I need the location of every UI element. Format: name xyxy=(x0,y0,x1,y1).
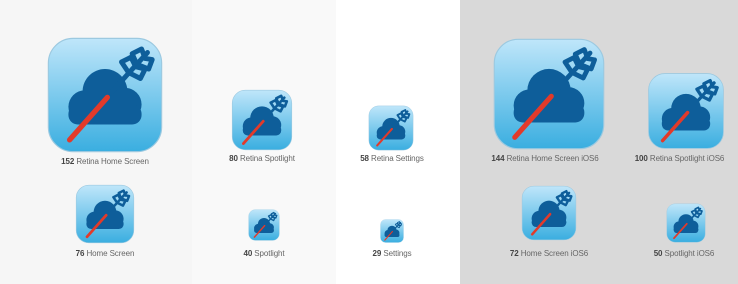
cloud-arrow-app-icon-art xyxy=(75,184,135,244)
cloud-arrow-app-icon-art xyxy=(248,209,280,241)
cloud-arrow-app-icon-art xyxy=(47,37,163,153)
cloud-arrow-app-icon-art xyxy=(521,185,577,241)
icon-label-50: 50 Spotlight iOS6 xyxy=(653,249,715,258)
app-icon-144 xyxy=(492,37,606,151)
app-icon-152 xyxy=(46,36,164,154)
app-icon-58 xyxy=(368,105,414,151)
app-icon-72 xyxy=(521,185,577,241)
icon-label-100: 100 Retina Spotlight iOS6 xyxy=(634,154,725,163)
cloud-arrow-app-icon-art xyxy=(380,219,404,243)
cloud-arrow-app-icon-art xyxy=(368,105,414,151)
app-icon-100 xyxy=(647,72,725,150)
app-icon-50 xyxy=(666,203,706,243)
app-icon-76 xyxy=(75,184,135,244)
icon-label-29: 29 Settings xyxy=(372,249,412,258)
app-icon-80 xyxy=(231,89,293,151)
app-icon-29 xyxy=(380,219,404,243)
icon-label-40: 40 Spotlight xyxy=(243,249,285,258)
cloud-arrow-app-icon-art xyxy=(493,38,605,150)
cloud-arrow-app-icon-art xyxy=(666,203,706,243)
icon-label-144: 144 Retina Home Screen iOS6 xyxy=(491,154,599,163)
icon-label-80: 80 Retina Spotlight xyxy=(229,154,295,163)
icon-set-sheet: 152 Retina Home Screen 80 Retina Spotlig… xyxy=(0,0,738,284)
icon-label-58: 58 Retina Settings xyxy=(360,154,424,163)
icon-label-72: 72 Home Screen iOS6 xyxy=(509,249,589,258)
cloud-arrow-app-icon-art xyxy=(648,73,724,149)
app-icon-40 xyxy=(248,209,280,241)
icon-label-152: 152 Retina Home Screen xyxy=(61,157,149,166)
cloud-arrow-app-icon-art xyxy=(231,89,293,151)
icon-label-76: 76 Home Screen xyxy=(75,249,135,258)
